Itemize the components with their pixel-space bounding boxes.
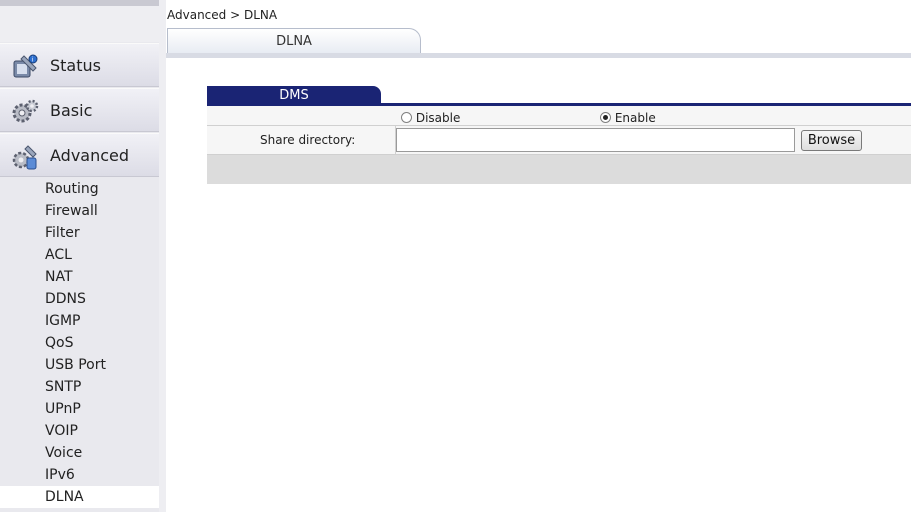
submenu-item-filter[interactable]: Filter xyxy=(0,222,159,244)
tab-dlna[interactable]: DLNA xyxy=(167,28,421,53)
submenu-item-igmp[interactable]: IGMP xyxy=(0,310,159,332)
breadcrumb: Advanced > DLNA xyxy=(167,8,278,22)
sidebar: i Status Basic Advanced Routing Firewall… xyxy=(0,0,159,512)
submenu-item-qos[interactable]: QoS xyxy=(0,332,159,354)
advanced-submenu: Routing Firewall Filter ACL NAT DDNS IGM… xyxy=(0,178,159,508)
disable-option[interactable]: Disable xyxy=(401,110,460,126)
panel-tab-dms: DMS xyxy=(207,86,381,104)
submenu-item-voip[interactable]: VOIP xyxy=(0,420,159,442)
submenu-item-routing[interactable]: Routing xyxy=(0,178,159,200)
sidebar-header xyxy=(0,6,159,42)
enable-option[interactable]: Enable xyxy=(600,110,656,126)
radio-disable-label: Disable xyxy=(415,111,461,125)
menu-basic[interactable]: Basic xyxy=(0,88,159,132)
enable-row xyxy=(207,106,911,126)
sidebar-divider xyxy=(159,0,166,512)
status-icon: i xyxy=(10,52,40,82)
menu-status[interactable]: i Status xyxy=(0,43,159,87)
share-directory-label: Share directory: xyxy=(260,133,356,147)
menu-advanced-label: Advanced xyxy=(50,146,130,165)
menu-status-label: Status xyxy=(50,56,101,75)
advanced-tools-icon xyxy=(10,142,40,172)
submenu-item-ddns[interactable]: DDNS xyxy=(0,288,159,310)
submenu-item-firewall[interactable]: Firewall xyxy=(0,200,159,222)
submenu-item-nat[interactable]: NAT xyxy=(0,266,159,288)
submenu-item-acl[interactable]: ACL xyxy=(0,244,159,266)
share-directory-input[interactable] xyxy=(396,128,795,152)
header-divider xyxy=(166,53,911,58)
submenu-item-usb-port[interactable]: USB Port xyxy=(0,354,159,376)
radio-enable[interactable] xyxy=(600,112,611,123)
submenu-item-dlna[interactable]: DLNA xyxy=(0,486,159,508)
gear-icon xyxy=(10,97,40,127)
radio-enable-label: Enable xyxy=(614,111,656,125)
browse-button[interactable]: Browse xyxy=(801,130,862,151)
panel-footer xyxy=(207,155,911,184)
submenu-item-ipv6[interactable]: IPv6 xyxy=(0,464,159,486)
radio-disable[interactable] xyxy=(401,112,412,123)
submenu-item-voice[interactable]: Voice xyxy=(0,442,159,464)
menu-basic-label: Basic xyxy=(50,101,93,120)
submenu-item-sntp[interactable]: SNTP xyxy=(0,376,159,398)
menu-advanced[interactable]: Advanced xyxy=(0,133,159,177)
submenu-item-upnp[interactable]: UPnP xyxy=(0,398,159,420)
